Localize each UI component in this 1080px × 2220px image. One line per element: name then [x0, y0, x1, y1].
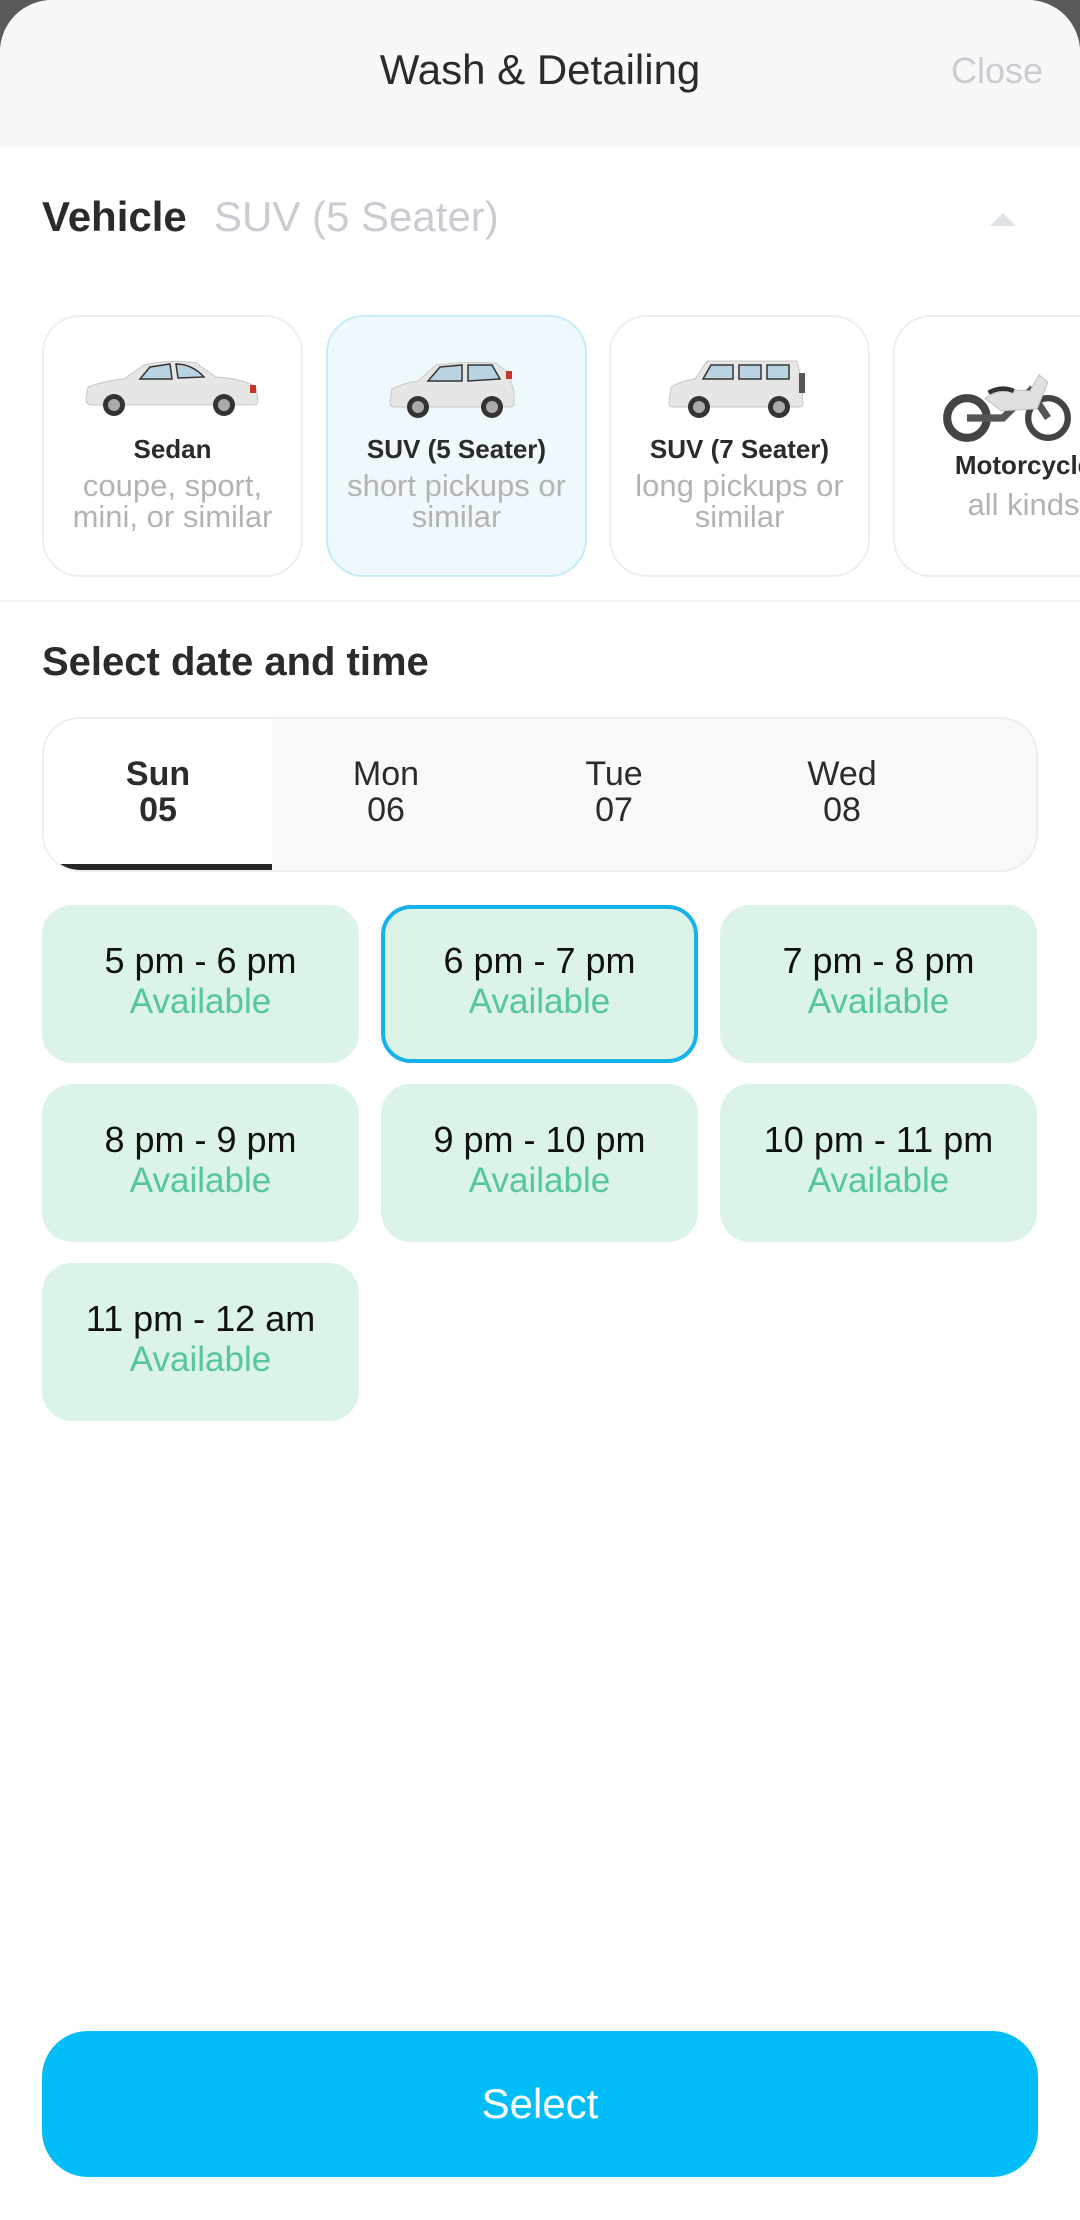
time-slot[interactable]: 5 pm - 6 pm Available — [42, 905, 359, 1063]
slot-status: Available — [468, 982, 611, 1021]
suv-7-seater-icon — [668, 360, 805, 418]
day-tab-wed[interactable]: Wed 08 — [728, 719, 956, 870]
time-slot[interactable]: 9 pm - 10 pm Available — [381, 1084, 698, 1242]
vehicle-label: Vehicle — [42, 193, 187, 240]
slot-time: 9 pm - 10 pm — [433, 1119, 646, 1160]
vehicle-option-name: SUV (5 Seater) — [366, 434, 547, 464]
slot-status: Available — [807, 1161, 950, 1200]
time-slot[interactable]: 10 pm - 11 pm Available — [720, 1084, 1037, 1242]
vehicle-option-desc: long pickups or similar — [635, 468, 844, 534]
day-name: Tue — [585, 755, 643, 793]
slot-status: Available — [807, 982, 950, 1021]
sheet-header: Wash & Detailing Close — [0, 0, 1080, 147]
select-button[interactable]: Select — [42, 2031, 1038, 2177]
vehicle-option-desc: coupe, sport, mini, or similar — [72, 468, 273, 534]
day-date: 08 — [823, 791, 861, 829]
slot-status: Available — [129, 982, 272, 1021]
time-slot[interactable]: 7 pm - 8 pm Available — [720, 905, 1037, 1063]
day-name: Wed — [807, 755, 877, 793]
vehicle-selected-value: SUV (5 Seater) — [214, 193, 499, 240]
vehicle-option-name: SUV (7 Seater) — [649, 434, 830, 464]
page-title: Wash & Detailing — [379, 46, 701, 93]
section-title-date-time: Select date and time — [42, 640, 429, 684]
day-tab-tue[interactable]: Tue 07 — [500, 719, 728, 870]
caret-up-icon[interactable] — [990, 213, 1016, 226]
slot-status: Available — [468, 1161, 611, 1200]
vehicle-option-suv-7-seater[interactable]: SUV (7 Seater) long pickups or similar — [609, 315, 870, 577]
day-date: 07 — [595, 791, 633, 829]
day-name: Sun — [125, 755, 191, 793]
slot-time: 7 pm - 8 pm — [782, 940, 975, 981]
slot-status: Available — [129, 1161, 272, 1200]
vehicle-option-motorcycle[interactable]: Motorcycle all kinds — [893, 315, 1080, 577]
time-slot-selected[interactable]: 6 pm - 7 pm Available — [381, 905, 698, 1063]
motorcycle-icon — [943, 374, 1071, 442]
slot-time: 11 pm - 12 am — [85, 1298, 316, 1339]
vehicle-selector[interactable]: Vehicle SUV (5 Seater) — [42, 193, 1038, 249]
booking-sheet: Wash & Detailing Close Vehicle SUV (5 Se… — [0, 0, 1080, 2220]
vehicle-option-desc: all kinds — [967, 487, 1080, 522]
day-tab-sun[interactable]: Sun 05 — [44, 719, 272, 870]
day-date: 05 — [139, 791, 177, 829]
day-date: 06 — [367, 791, 405, 829]
time-slot[interactable]: 8 pm - 9 pm Available — [42, 1084, 359, 1242]
day-tab-mon[interactable]: Mon 06 — [272, 719, 500, 870]
day-tabs: Sun 05 Mon 06 Tue 07 Wed 08 — [42, 717, 1038, 872]
day-name: Mon — [352, 755, 420, 793]
vehicle-option-desc: short pickups or similar — [347, 468, 566, 534]
vehicle-option-name: Sedan — [133, 434, 212, 464]
vehicle-options-carousel[interactable]: Sedan coupe, sport, mini, or similar SUV… — [42, 315, 1080, 577]
vehicle-option-name: Motorcycle — [954, 450, 1080, 480]
vehicle-option-sedan[interactable]: Sedan coupe, sport, mini, or similar — [42, 315, 303, 577]
slot-time: 5 pm - 6 pm — [104, 940, 297, 981]
close-button[interactable]: Close — [951, 50, 1043, 92]
sedan-car-icon — [85, 360, 259, 416]
slot-status: Available — [129, 1340, 272, 1379]
slot-time: 8 pm - 9 pm — [104, 1119, 297, 1160]
selected-tab-indicator — [54, 864, 272, 870]
time-slot[interactable]: 11 pm - 12 am Available — [42, 1263, 359, 1421]
suv-5-seater-icon — [389, 361, 515, 418]
slot-time: 6 pm - 7 pm — [443, 940, 636, 981]
vehicle-option-suv-5-seater[interactable]: SUV (5 Seater) short pickups or similar — [326, 315, 587, 577]
section-divider — [0, 600, 1080, 602]
slot-time: 10 pm - 11 pm — [763, 1119, 994, 1160]
